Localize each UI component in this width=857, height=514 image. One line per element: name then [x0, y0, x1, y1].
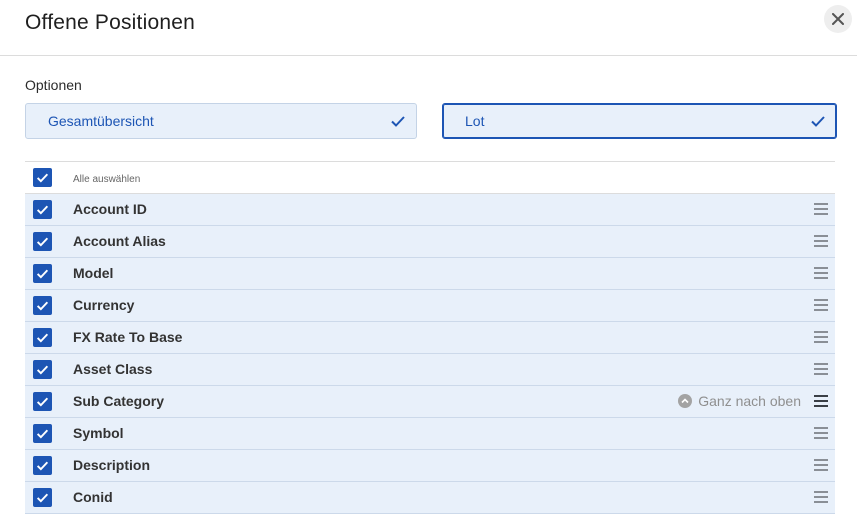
item-label: Currency — [73, 297, 135, 313]
drag-handle-icon[interactable] — [814, 299, 828, 311]
check-icon — [36, 365, 49, 375]
list-item[interactable]: Symbol — [25, 418, 835, 450]
option-label: Lot — [465, 113, 485, 129]
select-all-label: Alle auswählen — [73, 174, 141, 185]
check-icon — [36, 237, 49, 247]
list-item[interactable]: Asset Class — [25, 354, 835, 386]
item-checkbox[interactable] — [33, 296, 52, 315]
item-label: Symbol — [73, 425, 124, 441]
dialog-title: Offene Positionen — [25, 11, 195, 34]
list-item[interactable]: Account ID — [25, 194, 835, 226]
drag-handle-icon[interactable] — [814, 267, 828, 279]
item-label: Description — [73, 457, 151, 473]
drag-handle-icon[interactable] — [814, 235, 828, 247]
drag-handle-icon[interactable] — [814, 459, 828, 471]
item-checkbox[interactable] — [33, 328, 52, 347]
dialog-header: Offene Positionen — [0, 0, 857, 56]
check-icon — [36, 397, 49, 407]
list-item[interactable]: Conid — [25, 482, 835, 514]
item-label: Asset Class — [73, 361, 153, 377]
option-lot[interactable]: Lot — [442, 103, 837, 139]
check-icon — [36, 301, 49, 311]
list-item[interactable]: Account Alias — [25, 226, 835, 258]
check-icon — [36, 493, 49, 503]
item-checkbox[interactable] — [33, 264, 52, 283]
drag-handle-icon[interactable] — [814, 331, 828, 343]
item-label: FX Rate To Base — [73, 329, 183, 345]
move-to-top-button[interactable]: Ganz nach oben — [678, 393, 801, 409]
check-icon — [391, 116, 405, 127]
item-checkbox[interactable] — [33, 200, 52, 219]
list-item[interactable]: Model — [25, 258, 835, 290]
select-all-row: Alle auswählen — [25, 162, 835, 194]
item-checkbox[interactable] — [33, 488, 52, 507]
item-label: Model — [73, 265, 114, 281]
item-checkbox[interactable] — [33, 424, 52, 443]
item-label: Conid — [73, 489, 113, 505]
list-item[interactable]: Description — [25, 450, 835, 482]
list-item[interactable]: FX Rate To Base — [25, 322, 835, 354]
drag-handle-icon[interactable] — [814, 203, 828, 215]
options-label: Optionen — [25, 77, 82, 93]
close-icon — [832, 13, 844, 25]
check-icon — [36, 205, 49, 215]
item-label: Sub Category — [73, 393, 165, 409]
list-item[interactable]: Currency — [25, 290, 835, 322]
item-checkbox[interactable] — [33, 392, 52, 411]
check-icon — [36, 429, 49, 439]
check-icon — [36, 269, 49, 279]
option-label: Gesamtübersicht — [48, 113, 154, 129]
drag-handle-icon[interactable] — [814, 491, 828, 503]
item-checkbox[interactable] — [33, 232, 52, 251]
check-icon — [36, 173, 49, 183]
column-list: Alle auswählen Account ID Account Alias … — [25, 161, 835, 514]
item-checkbox[interactable] — [33, 456, 52, 475]
drag-handle-icon[interactable] — [814, 427, 828, 439]
item-checkbox[interactable] — [33, 360, 52, 379]
drag-handle-icon[interactable] — [814, 363, 828, 375]
drag-handle-icon[interactable] — [814, 395, 828, 407]
select-all-checkbox[interactable] — [33, 168, 52, 187]
list-item[interactable]: Sub Category Ganz nach oben — [25, 386, 835, 418]
check-icon — [36, 333, 49, 343]
check-icon — [36, 461, 49, 471]
item-label: Account Alias — [73, 233, 166, 249]
check-icon — [811, 116, 825, 127]
close-button[interactable] — [824, 5, 852, 33]
item-label: Account ID — [73, 201, 147, 217]
move-to-top-label: Ganz nach oben — [698, 393, 801, 409]
option-gesamtuebersicht[interactable]: Gesamtübersicht — [25, 103, 417, 139]
chevron-up-icon — [678, 394, 693, 408]
